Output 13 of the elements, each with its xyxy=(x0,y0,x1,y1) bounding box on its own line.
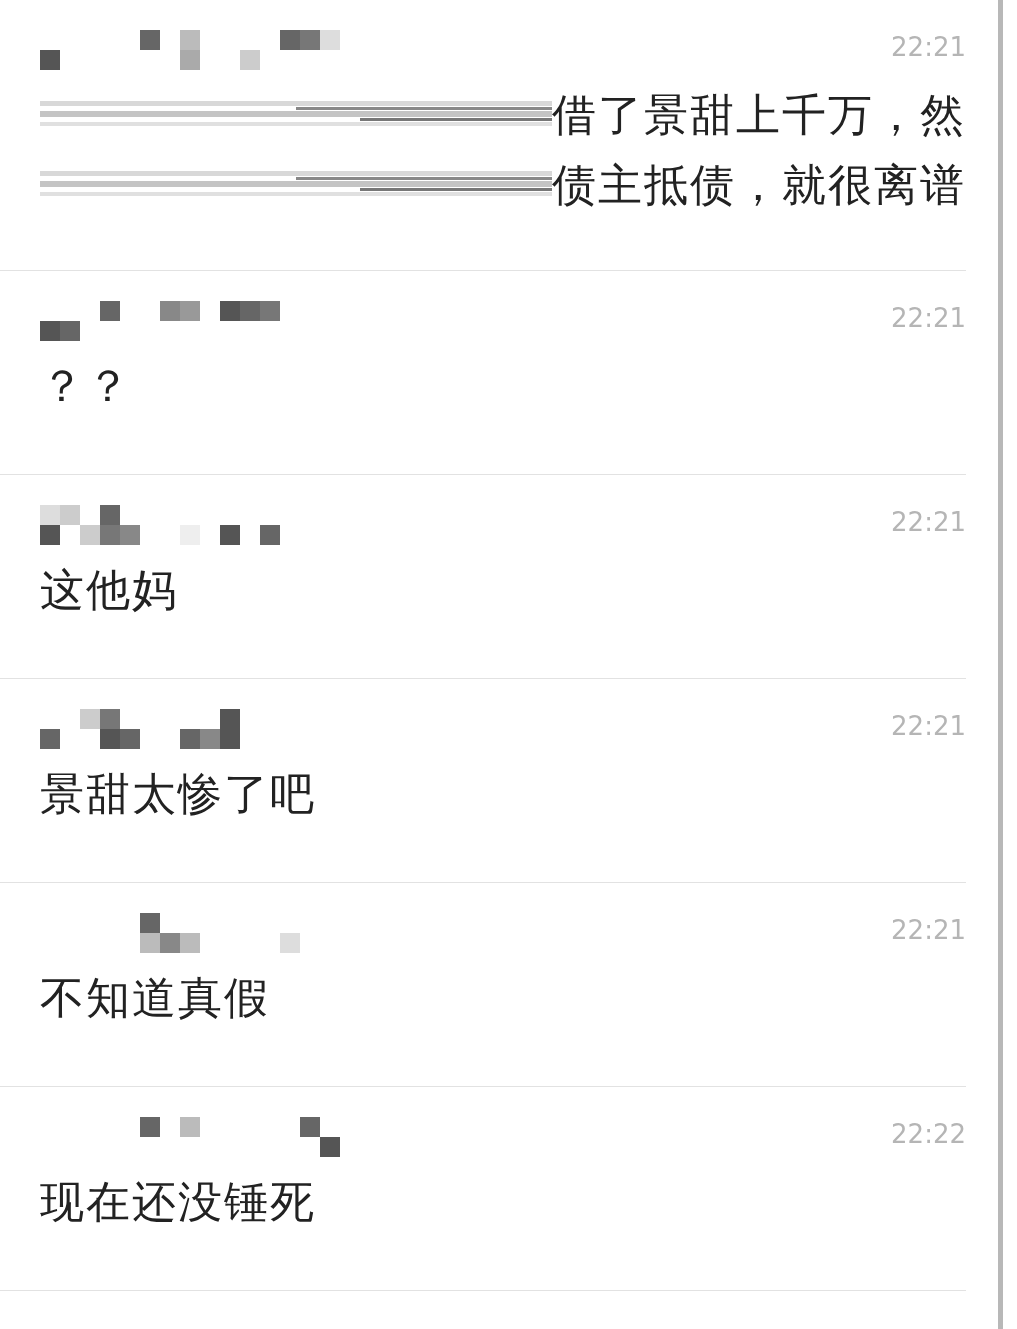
message-time: 22:21 xyxy=(891,507,966,537)
message-text: 不知道真假 xyxy=(40,971,270,1025)
message-time: 22:21 xyxy=(891,32,966,62)
message-text: 现在还没锤死 xyxy=(40,1175,316,1229)
message-text: ？？ xyxy=(40,359,132,413)
message-text: 借了景甜上千万，然 xyxy=(552,88,966,142)
message-text: 这他妈 xyxy=(40,563,178,617)
message-time: 22:22 xyxy=(891,1119,966,1149)
message-text: 景甜太惨了吧 xyxy=(40,767,316,821)
message-time: 22:21 xyxy=(891,303,966,333)
message-time: 22:21 xyxy=(891,711,966,741)
message-text: 债主抵债，就很离谱 xyxy=(552,158,966,212)
message-time: 22:21 xyxy=(891,915,966,945)
